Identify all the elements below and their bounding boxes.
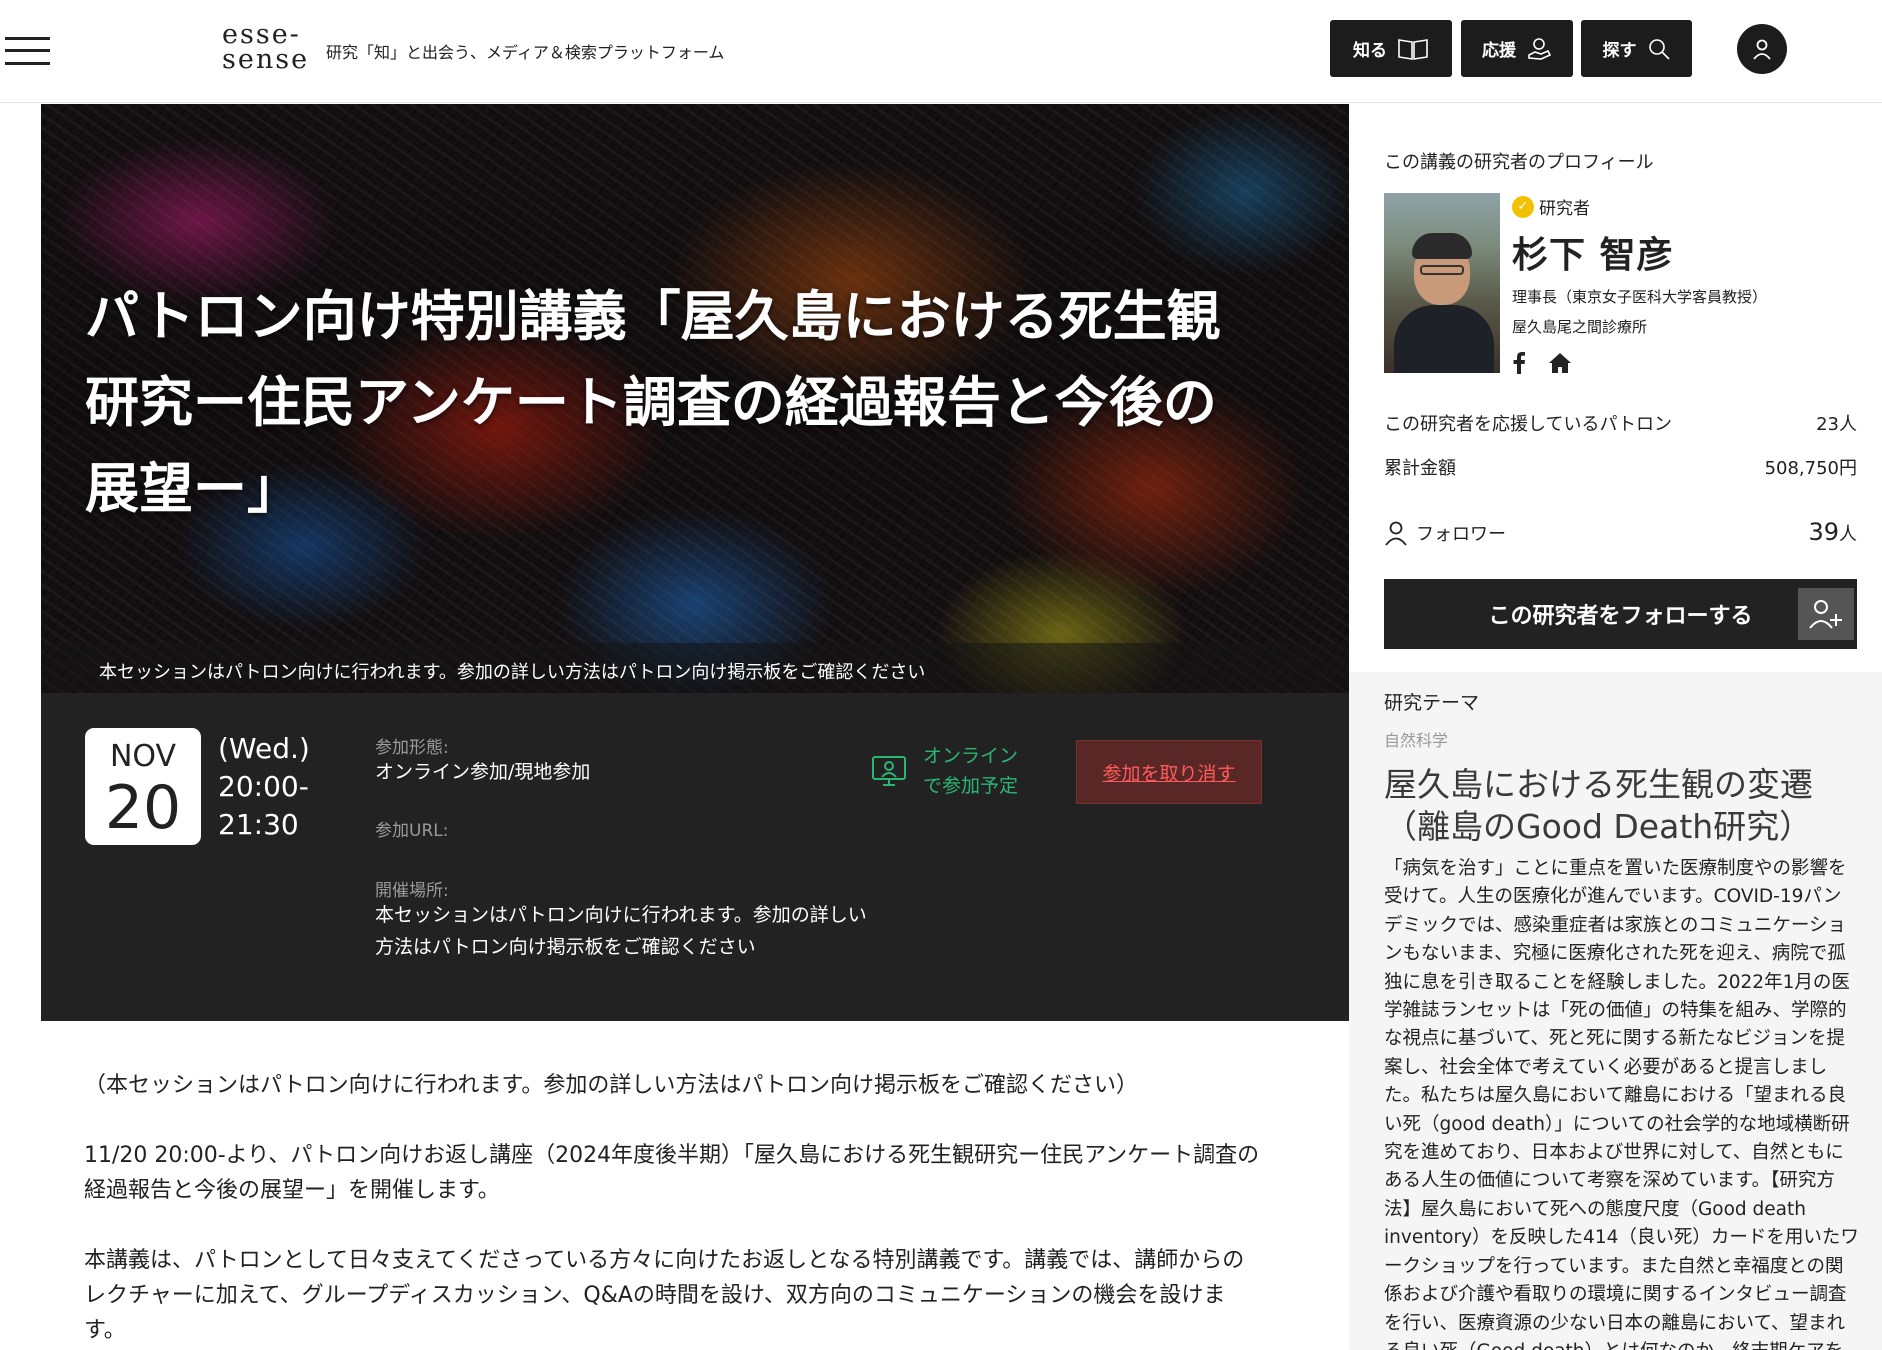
page-title: パトロン向け特別講義「屋久島における死生観研究ー住民アンケート調査の経過報告と今…: [85, 285, 1221, 520]
researcher-sidebar: この講義の研究者のプロフィール ✓ 研究者 杉下 智彦 理事長（東京女子医科大学…: [1349, 104, 1882, 1350]
description-paragraph: （本セッションはパトロン向けに行われます。参加の詳しい方法はパトロン向け掲示板を…: [84, 1073, 1139, 1098]
nav-search-button[interactable]: 探す: [1581, 20, 1692, 77]
book-icon: [1398, 38, 1428, 60]
researcher-badge: ✓ 研究者: [1512, 194, 1590, 219]
total-amount-stat: 累計金額 508,750円: [1384, 458, 1857, 479]
date-card: NOV 20: [85, 728, 201, 845]
venue-value: 本セッションはパトロン向けに行われます。参加の詳しい方法はパトロン向け掲示板をご…: [375, 904, 867, 958]
research-theme-panel: 研究テーマ 自然科学 屋久島における死生観の変遷（離島のGood Death研究…: [1349, 672, 1882, 1350]
followers-stat: フォロワー 39人: [1384, 518, 1857, 546]
search-icon: [1648, 38, 1670, 60]
description-paragraph: 11/20 20:00-より、パトロン向けお返し講座（2024年度後半期）「屋久…: [84, 1143, 1260, 1203]
theme-title[interactable]: 屋久島における死生観の変遷（離島のGood Death研究）: [1384, 764, 1854, 848]
date-day: 20: [104, 773, 182, 843]
hamburger-menu-icon[interactable]: [5, 35, 50, 67]
facebook-icon[interactable]: [1512, 352, 1526, 374]
venue-label: 開催場所:: [375, 881, 449, 901]
user-account-button[interactable]: [1737, 24, 1787, 74]
description-paragraph: 本講義は、パトロンとして日々支えてくださっている方々に向けたお返しとなる特別講義…: [84, 1248, 1245, 1343]
verified-check-icon: ✓: [1512, 195, 1534, 218]
support-hand-icon: [1528, 37, 1552, 60]
social-links: [1512, 352, 1572, 374]
event-info-panel: NOV 20 (Wed.) 20:00- 21:30 参加形態: オンライン参加…: [41, 693, 1349, 1021]
online-attendance-status: オンライン で参加予定: [869, 741, 1018, 801]
cancel-participation-button[interactable]: 参加を取り消す: [1076, 740, 1262, 804]
event-description: （本セッションはパトロン向けに行われます。参加の詳しい方法はパトロン向け掲示板を…: [84, 1068, 1264, 1350]
date-month: NOV: [109, 739, 177, 774]
follow-researcher-button[interactable]: この研究者をフォローする: [1384, 579, 1857, 649]
person-icon: [1385, 521, 1407, 546]
event-time: (Wed.) 20:00- 21:30: [218, 732, 310, 841]
online-meeting-icon: [872, 756, 906, 786]
researcher-name[interactable]: 杉下 智彦: [1512, 226, 1674, 278]
site-header: esse- sense 研究「知」と出会う、メディア＆検索プラットフォーム 知る…: [0, 0, 1882, 103]
url-label: 参加URL:: [375, 821, 449, 841]
patrons-stat: この研究者を応援しているパトロン 23人: [1384, 414, 1857, 435]
nav-support-button[interactable]: 応援: [1461, 20, 1573, 77]
theme-description: 「病気を治す」ことに重点を置いた医療制度やの影響を受けて。人生の医療化が進んでい…: [1384, 858, 1859, 1350]
researcher-affiliation: 理事長（東京女子医科大学客員教授） 屋久島尾之間診療所: [1512, 288, 1768, 336]
add-user-icon: [1798, 588, 1854, 640]
researcher-photo[interactable]: [1384, 193, 1500, 373]
user-icon: [1753, 39, 1771, 60]
format-value: オンライン参加/現地参加: [375, 761, 591, 783]
hero-banner: パトロン向け特別講義「屋久島における死生観研究ー住民アンケート調査の経過報告と今…: [41, 104, 1349, 693]
hero-patron-note: 本セッションはパトロン向けに行われます。参加の詳しい方法はパトロン向け掲示板をご…: [41, 643, 1349, 693]
format-label: 参加形態:: [375, 738, 449, 758]
home-icon[interactable]: [1548, 352, 1572, 374]
site-tagline: 研究「知」と出会う、メディア＆検索プラットフォーム: [326, 43, 725, 62]
theme-category: 自然科学: [1384, 731, 1449, 750]
profile-heading: この講義の研究者のプロフィール: [1384, 152, 1654, 173]
site-logo[interactable]: esse- sense: [222, 21, 309, 73]
nav-learn-button[interactable]: 知る: [1330, 20, 1452, 77]
theme-heading: 研究テーマ: [1384, 692, 1480, 714]
